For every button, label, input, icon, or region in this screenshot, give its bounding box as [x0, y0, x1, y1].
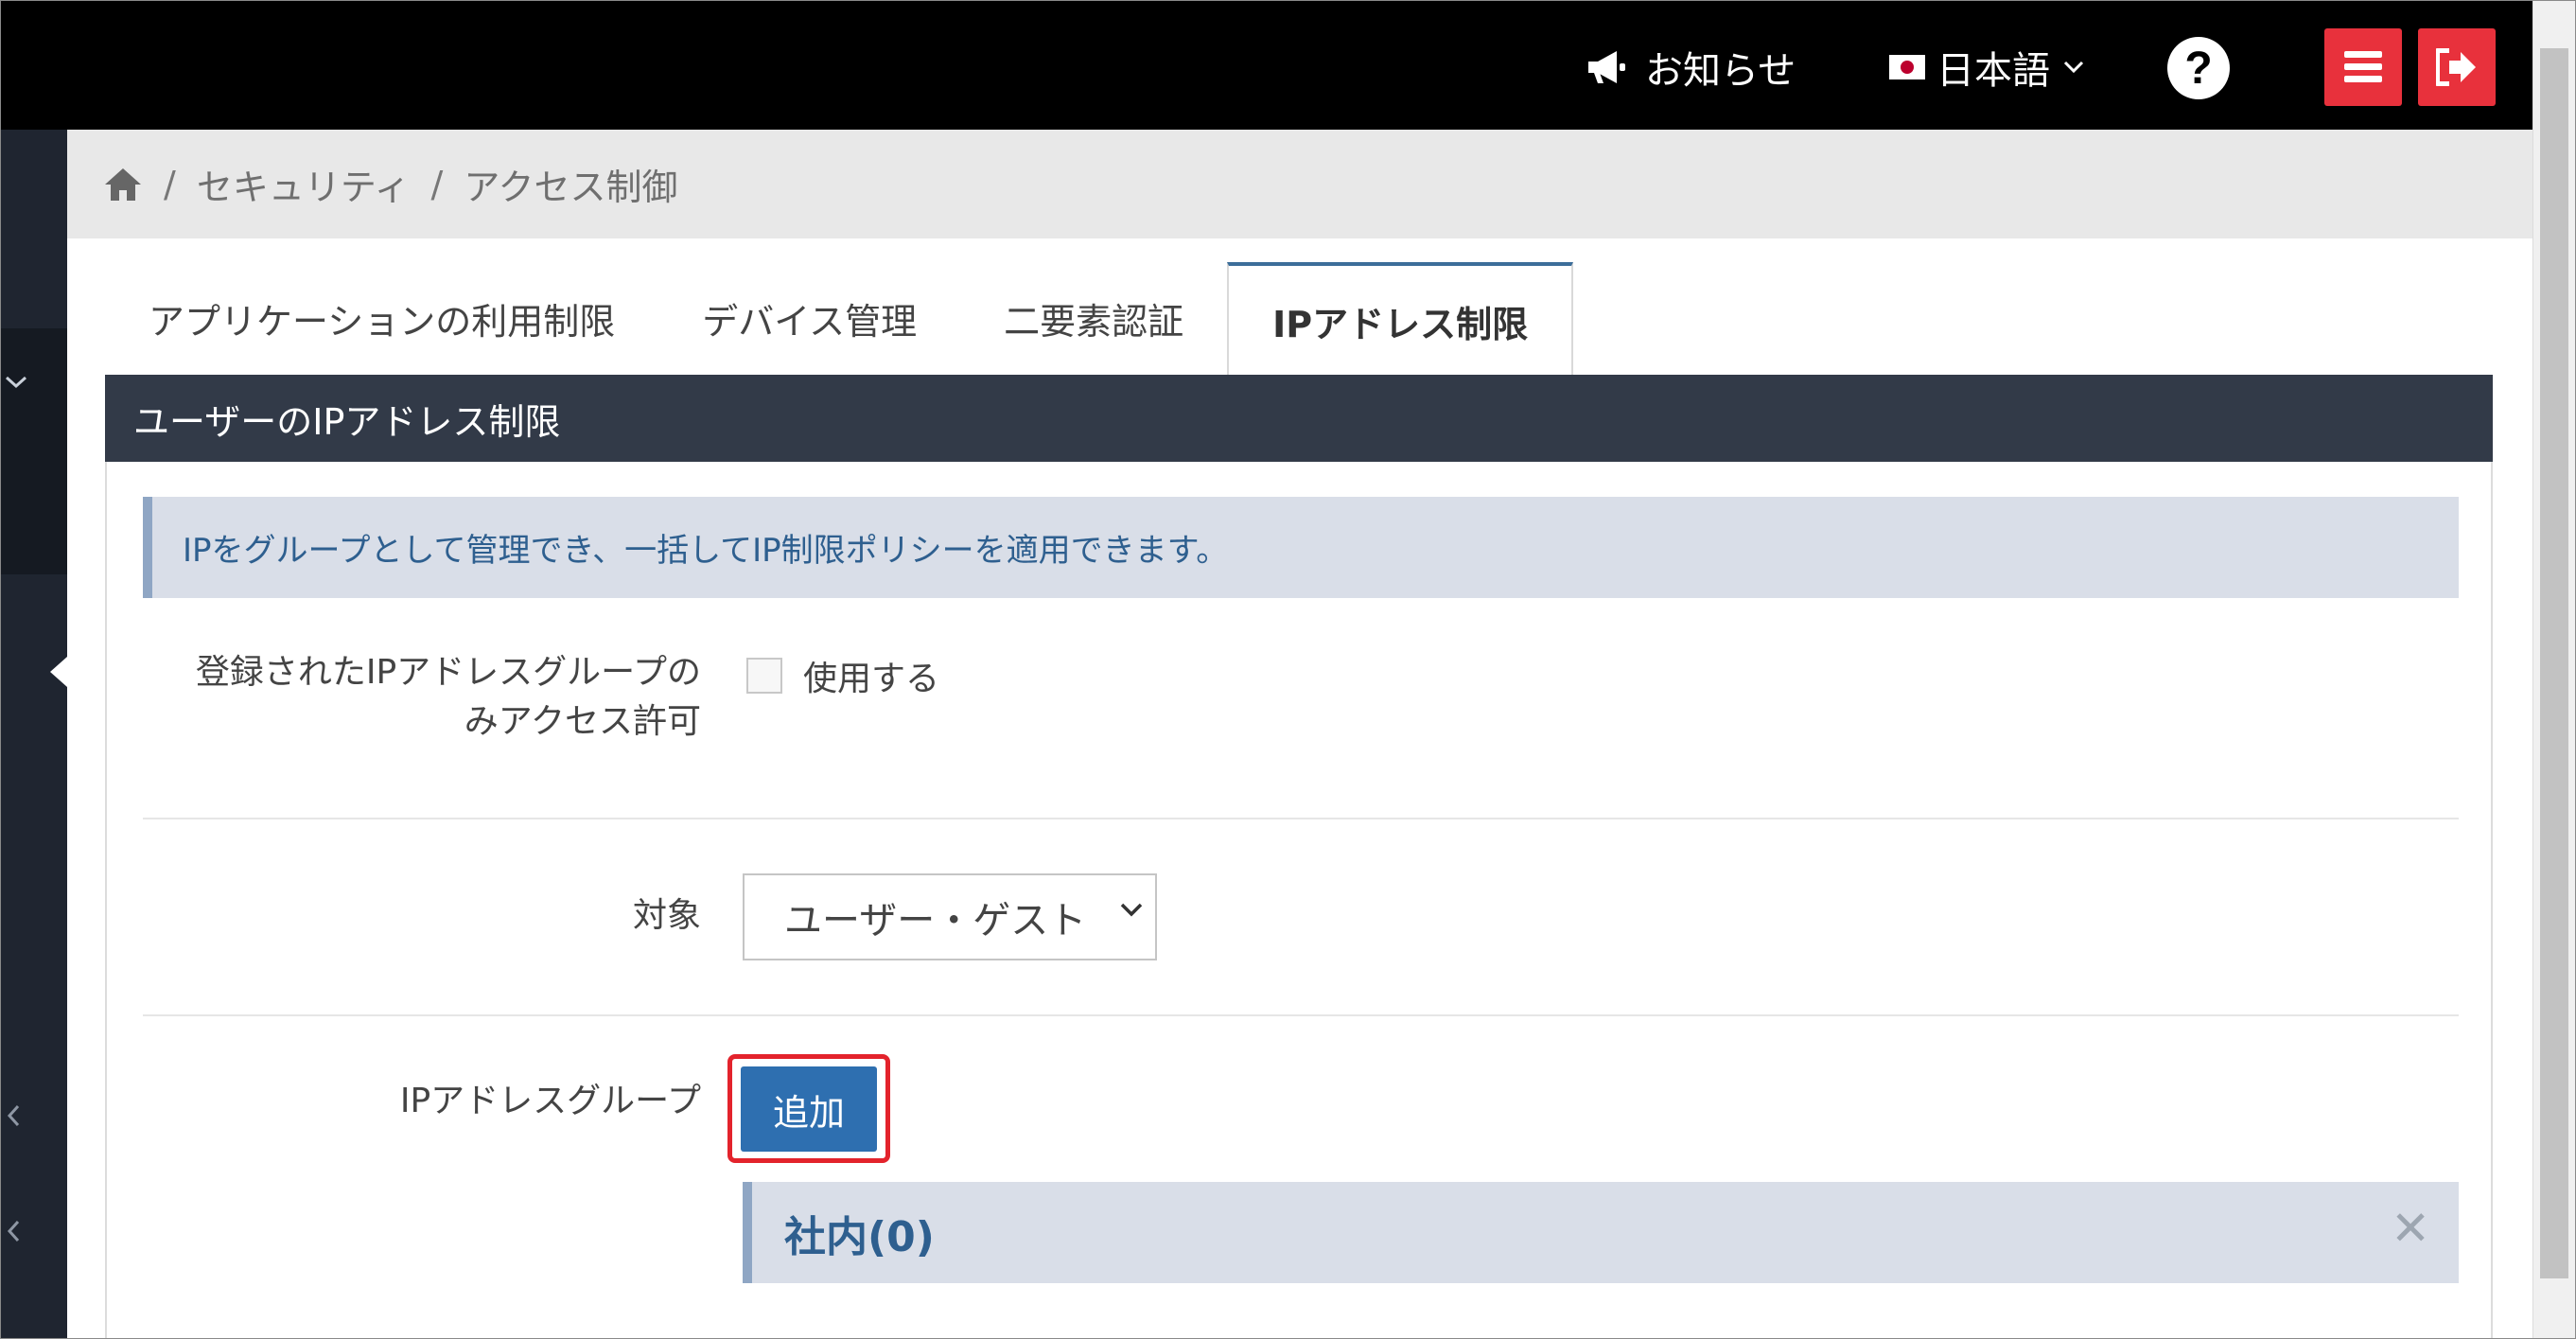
sidebar: [1, 130, 67, 1338]
use-checkbox[interactable]: [746, 658, 782, 694]
restrict-access-label: 登録されたIPアドレスグループの みアクセス許可: [143, 648, 701, 747]
megaphone-icon: [1588, 51, 1625, 83]
app-window: お知らせ 日本語 ? / セキュリティ / アクセス制御 アプリケーションの利用…: [0, 0, 2576, 1339]
tab-app-restriction[interactable]: アプリケーションの利用制限: [105, 262, 658, 375]
logout-icon: [2436, 48, 2476, 86]
add-button[interactable]: 追加: [741, 1066, 877, 1152]
tab-bar: アプリケーションの利用制限 デバイス管理 二要素認証 IPアドレス制限: [105, 262, 1574, 377]
scrollbar-thumb[interactable]: [2540, 48, 2568, 1278]
info-message: IPをグループとして管理でき、一括してIP制限ポリシーを適用できます。: [143, 497, 2459, 598]
notice-link[interactable]: お知らせ: [1586, 39, 1796, 96]
panel-title: ユーザーのIPアドレス制限: [105, 375, 2493, 462]
target-select[interactable]: ユーザー・ゲスト: [743, 873, 1157, 960]
breadcrumb: / セキュリティ / アクセス制御: [67, 130, 2532, 238]
sidebar-section[interactable]: [1, 328, 67, 574]
ip-group-name[interactable]: 社内(0): [784, 1203, 935, 1263]
vertical-scrollbar[interactable]: [2532, 1, 2575, 1338]
hamburger-icon: [2344, 51, 2382, 82]
tab-ip-restriction[interactable]: IPアドレス制限: [1227, 262, 1574, 377]
ip-group-item[interactable]: 社内(0) ✕: [743, 1182, 2459, 1283]
menu-button[interactable]: [2324, 28, 2402, 106]
language-label: 日本語: [1936, 49, 2050, 93]
tab-two-factor[interactable]: 二要素認証: [960, 262, 1227, 375]
language-selector[interactable]: 日本語: [1889, 39, 2084, 96]
use-checkbox-label[interactable]: 使用する: [803, 651, 939, 700]
sidebar-active-indicator: [50, 657, 67, 687]
close-icon[interactable]: ✕: [2391, 1201, 2430, 1256]
divider: [143, 1014, 2459, 1016]
breadcrumb-separator: /: [164, 163, 176, 205]
chevron-left-icon[interactable]: [7, 1104, 20, 1127]
help-icon[interactable]: ?: [2167, 37, 2230, 99]
tab-device-management[interactable]: デバイス管理: [658, 262, 960, 375]
breadcrumb-separator: /: [430, 163, 444, 205]
home-icon[interactable]: [103, 167, 143, 203]
ip-group-label: IPアドレスグループ: [399, 1082, 701, 1120]
top-bar: お知らせ 日本語 ?: [1, 1, 2532, 130]
chevron-down-icon: [1120, 903, 1143, 917]
target-label: 対象: [632, 896, 701, 935]
logout-button[interactable]: [2418, 28, 2496, 106]
chevron-down-icon: [2063, 61, 2084, 74]
divider: [143, 818, 2459, 819]
panel-body: IPをグループとして管理でき、一括してIP制限ポリシーを適用できます。 登録され…: [105, 462, 2493, 1338]
target-select-value: ユーザー・ゲスト: [784, 899, 1087, 943]
help-symbol: ?: [2184, 43, 2213, 94]
restrict-access-label-line2: みアクセス許可: [464, 702, 701, 741]
breadcrumb-security[interactable]: セキュリティ: [197, 158, 411, 210]
notice-label: お知らせ: [1645, 49, 1796, 93]
chevron-down-icon[interactable]: [5, 376, 27, 389]
chevron-left-icon[interactable]: [7, 1220, 20, 1242]
breadcrumb-access-control: アクセス制御: [464, 167, 678, 208]
main-content: アプリケーションの利用制限 デバイス管理 二要素認証 IPアドレス制限 ユーザー…: [67, 238, 2532, 1338]
japan-flag-icon: [1889, 55, 1925, 79]
restrict-access-label-line1: 登録されたIPアドレスグループの: [195, 653, 701, 692]
